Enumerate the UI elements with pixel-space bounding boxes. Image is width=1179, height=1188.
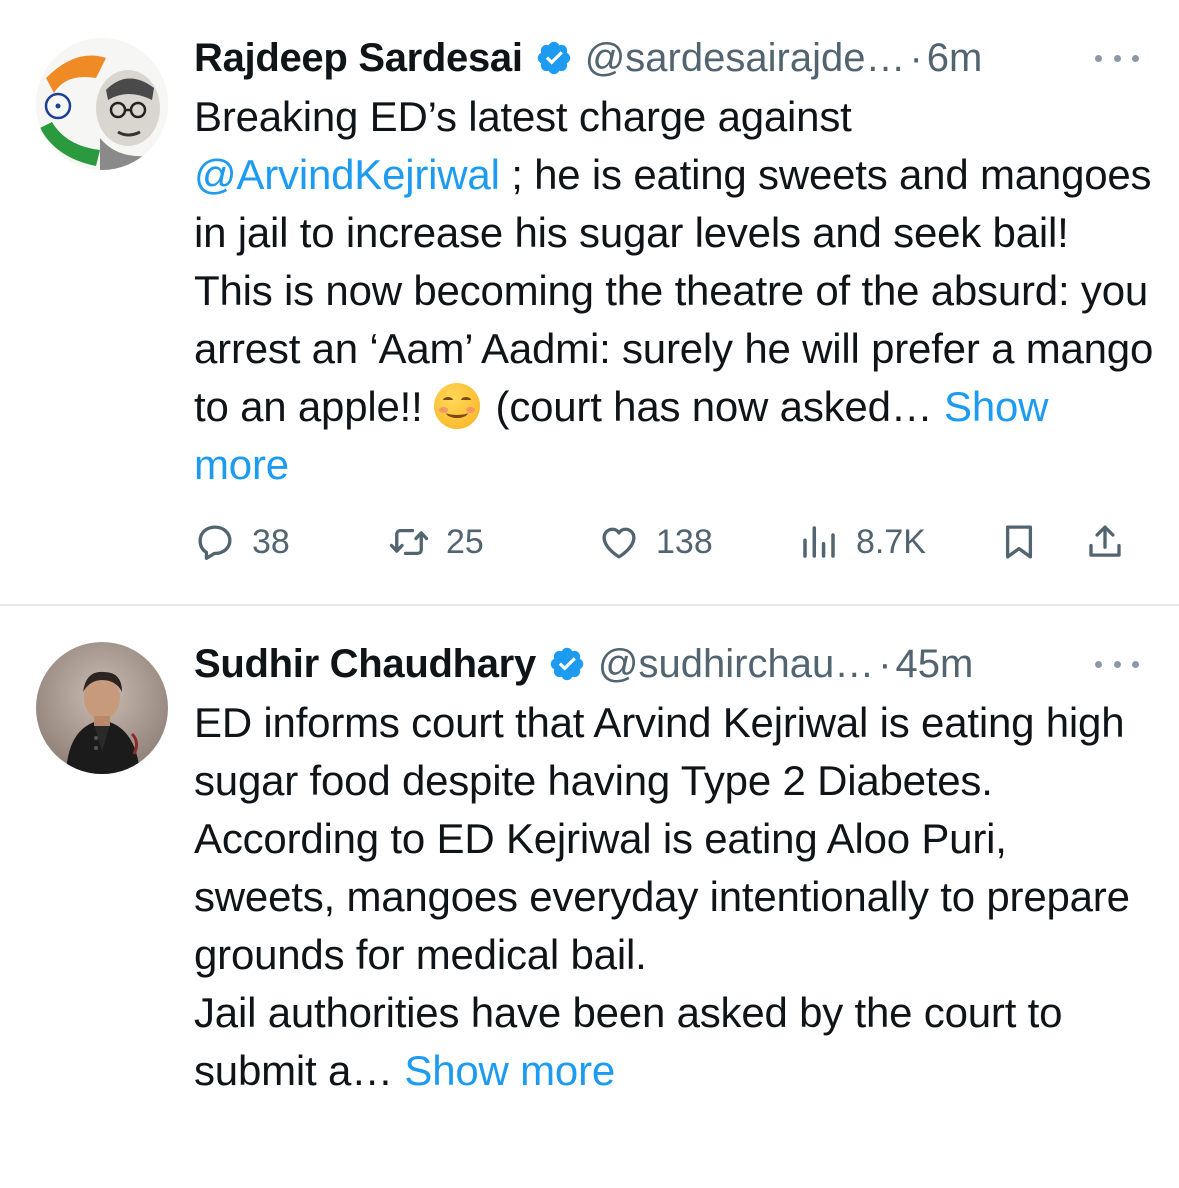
- more-options-icon[interactable]: [1095, 32, 1139, 84]
- tweet-actions: 38 25 138 8.7K: [194, 512, 1144, 572]
- reply-count: 38: [252, 522, 290, 561]
- tweet-header: Sudhir Chaudhary @sudhirchau… · 45m: [194, 638, 973, 690]
- avatar[interactable]: [36, 642, 168, 774]
- time-separator: ·: [909, 35, 923, 80]
- like-button[interactable]: 138: [598, 512, 713, 572]
- author-handle[interactable]: @sudhirchau…: [598, 642, 874, 687]
- reply-button[interactable]: 38: [194, 512, 290, 572]
- tweet-text: Breaking ED’s latest charge against @Arv…: [194, 88, 1154, 494]
- tweet-time[interactable]: 45m: [896, 642, 974, 687]
- views-button[interactable]: 8.7K: [798, 512, 926, 572]
- heart-icon: [602, 527, 636, 559]
- tweet-header: Rajdeep Sardesai @sardesairajde… · 6m: [194, 32, 982, 84]
- author-handle[interactable]: @sardesairajde…: [585, 36, 906, 81]
- view-count: 8.7K: [856, 522, 926, 561]
- retweet-icon: [389, 528, 429, 556]
- author-name[interactable]: Rajdeep Sardesai: [194, 36, 523, 81]
- tweet-time[interactable]: 6m: [927, 36, 983, 81]
- tweet-text-segment: Jail authorities have been asked by the …: [194, 989, 1063, 1094]
- tweet[interactable]: Sudhir Chaudhary @sudhirchau… · 45m ED i…: [0, 606, 1179, 1188]
- retweet-button[interactable]: 25: [388, 512, 484, 572]
- tweet-text-segment: ED informs court that Arvind Kejriwal is…: [194, 699, 1125, 804]
- verified-badge-icon: [537, 41, 570, 75]
- like-count: 138: [656, 522, 713, 561]
- bookmark-icon: [1005, 525, 1033, 559]
- views-chart-icon: [803, 526, 835, 558]
- retweet-count: 25: [446, 522, 484, 561]
- more-options-icon[interactable]: [1095, 638, 1139, 690]
- show-more-link[interactable]: Show more: [404, 1047, 615, 1094]
- mention-link[interactable]: @ArvindKejriwal: [194, 151, 500, 198]
- share-icon: [1089, 525, 1121, 557]
- tweet-text-segment: Breaking ED’s latest charge against: [194, 93, 852, 140]
- time-separator: ·: [878, 641, 892, 686]
- smiling-face-emoji: [434, 383, 481, 429]
- bookmark-button[interactable]: [998, 512, 1040, 572]
- tweet-text-segment: (court has now asked…: [484, 383, 945, 430]
- tweet-text-segment: According to ED Kejriwal is eating Aloo …: [194, 815, 1130, 978]
- reply-icon: [198, 525, 232, 560]
- tweet-text: ED informs court that Arvind Kejriwal is…: [194, 694, 1154, 1100]
- verified-badge-icon: [550, 647, 584, 681]
- share-button[interactable]: [1084, 512, 1126, 572]
- tweet[interactable]: Rajdeep Sardesai @sardesairajde… · 6m Br…: [0, 0, 1179, 604]
- avatar[interactable]: [36, 38, 168, 170]
- author-name[interactable]: Sudhir Chaudhary: [194, 642, 536, 687]
